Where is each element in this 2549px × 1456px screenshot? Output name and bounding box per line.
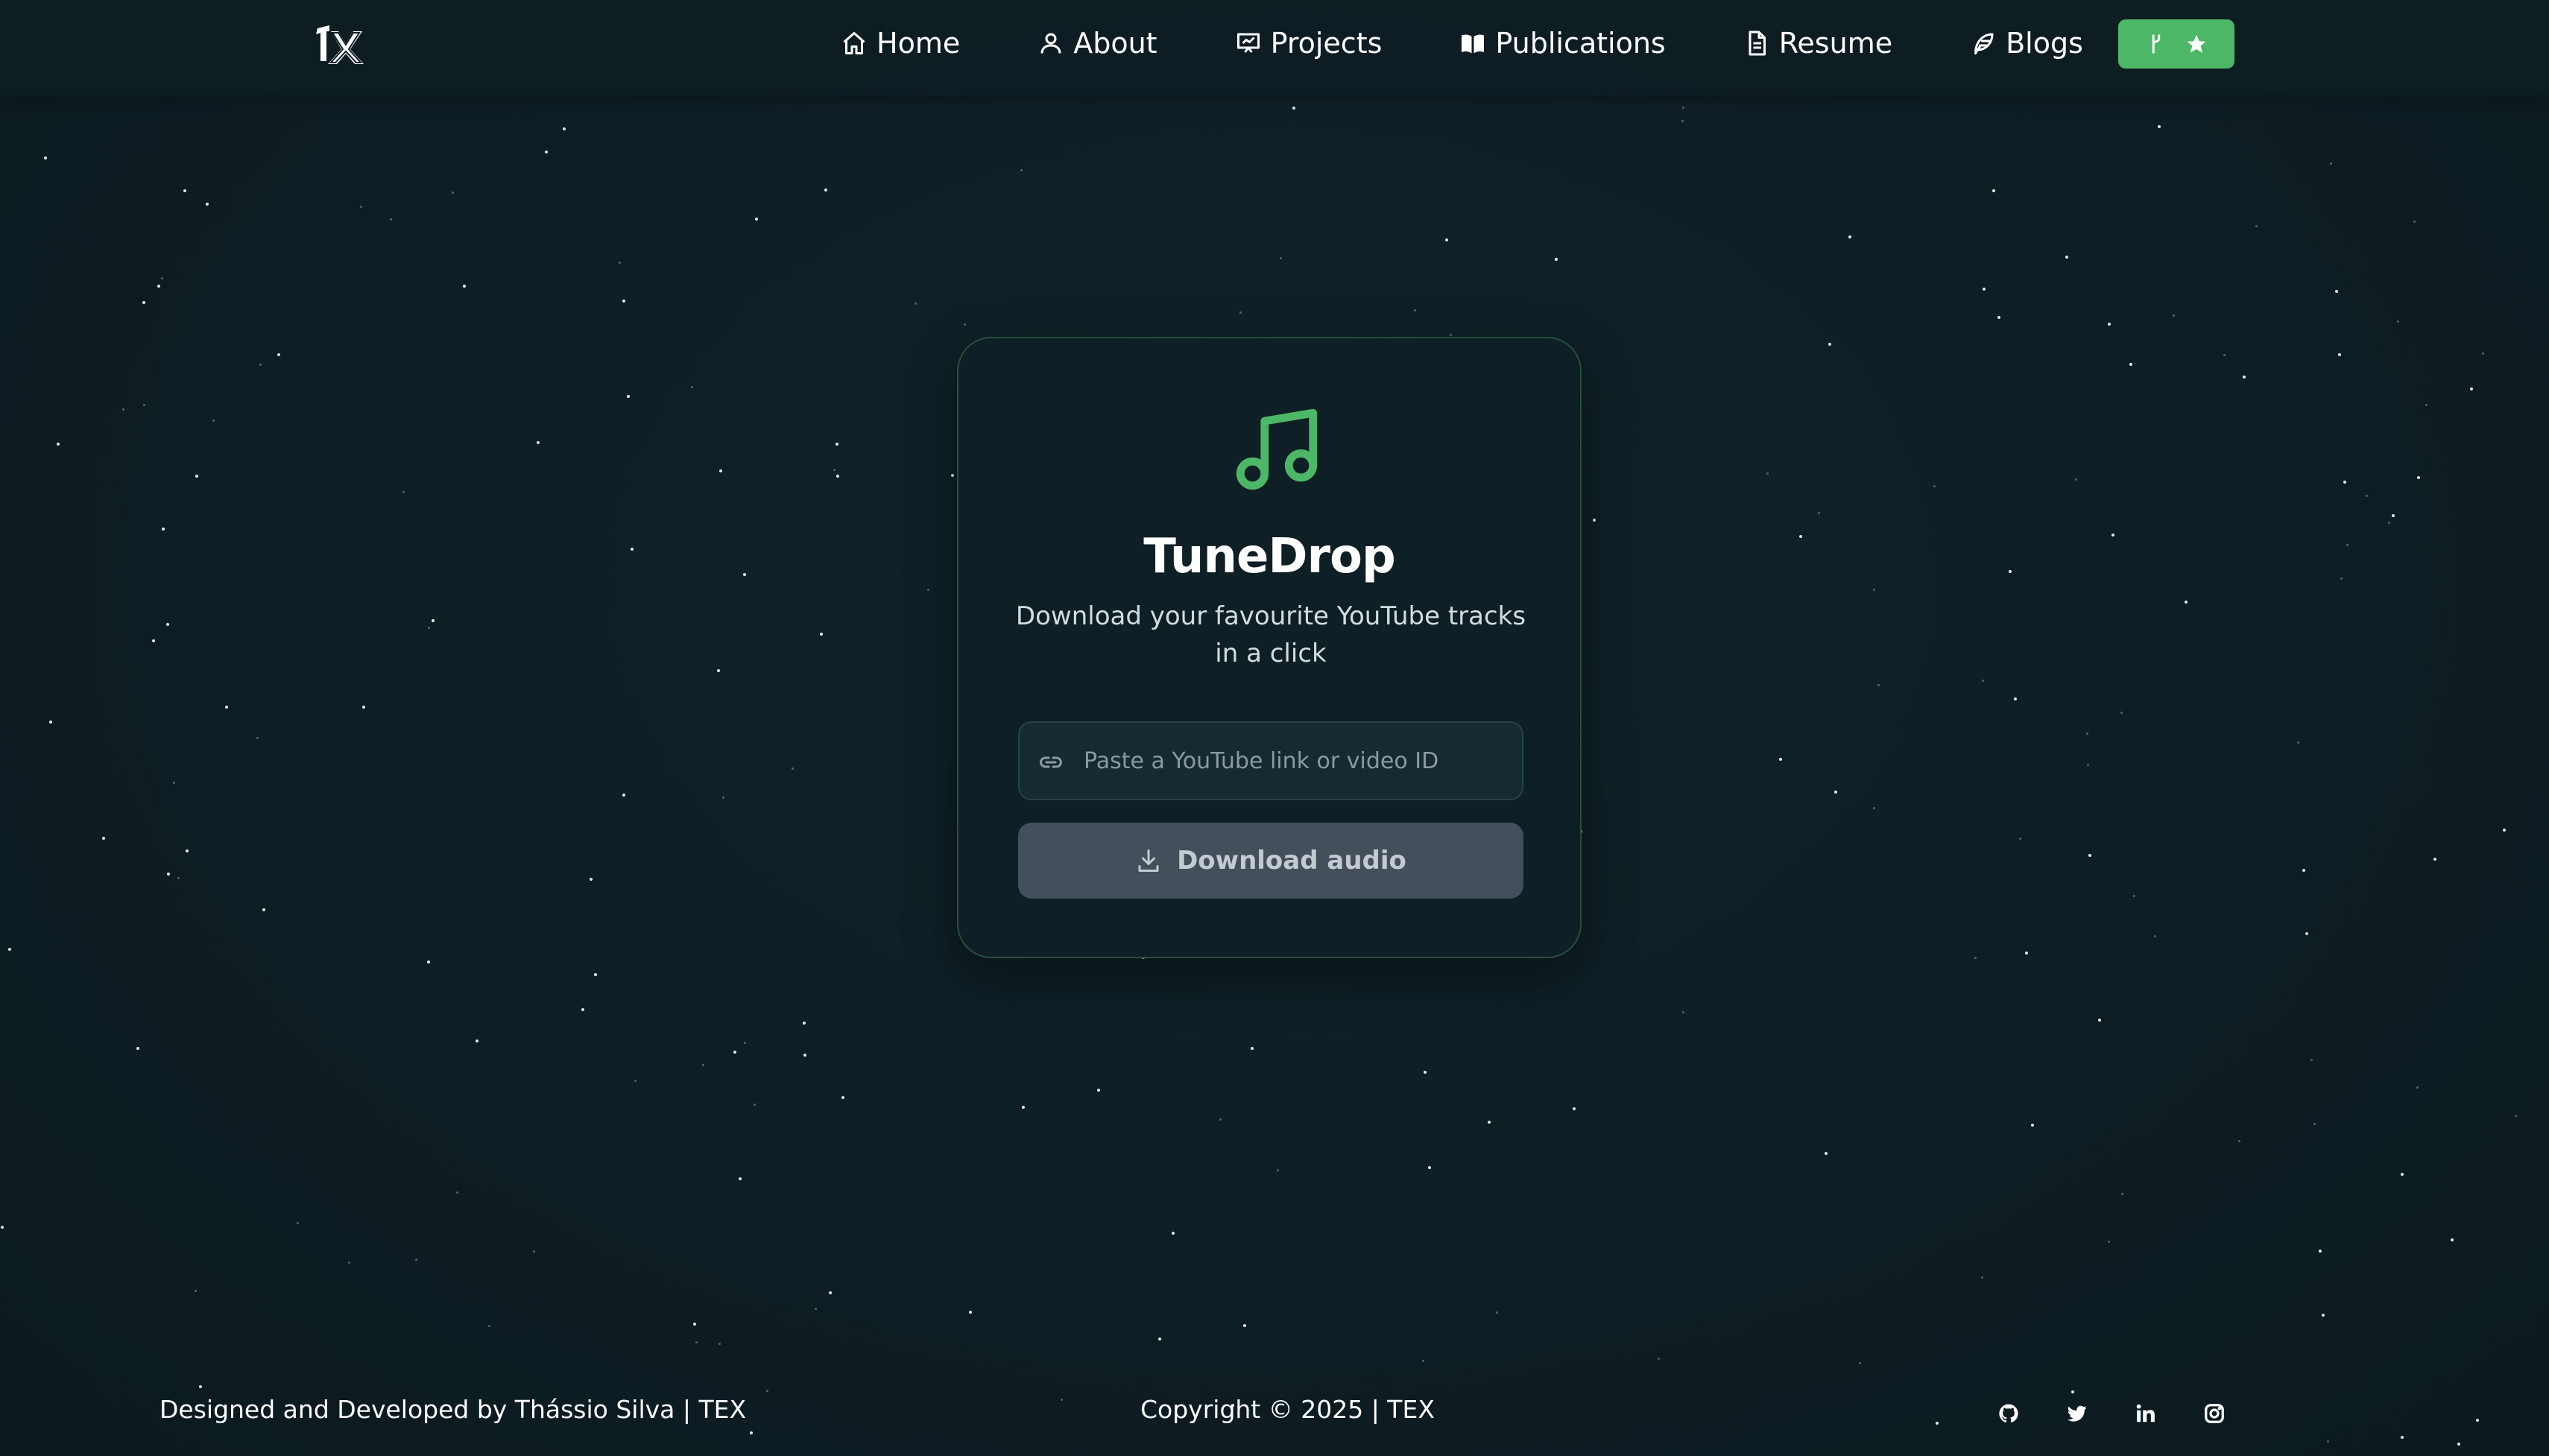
github-star-button[interactable] bbox=[2118, 19, 2234, 69]
presentation-icon bbox=[1236, 33, 1260, 53]
twitter-link[interactable] bbox=[2066, 1402, 2088, 1425]
nav-item-blogs[interactable]: Blogs bbox=[1970, 27, 2083, 60]
nav-item-publications[interactable]: Publications bbox=[1459, 27, 1666, 60]
github-link[interactable] bbox=[1997, 1402, 2020, 1425]
footer-credit: Designed and Developed by Thássio Silva … bbox=[159, 1395, 747, 1424]
git-fork-icon bbox=[2152, 34, 2161, 54]
instagram-icon bbox=[2205, 1404, 2224, 1423]
linkedin-icon bbox=[2136, 1404, 2155, 1422]
tunedrop-card: TuneDrop Download your favourite YouTube… bbox=[957, 337, 1582, 958]
youtube-url-input[interactable] bbox=[1084, 723, 1509, 799]
feather-icon bbox=[1974, 33, 1994, 54]
book-open-icon bbox=[1462, 34, 1485, 54]
document-icon bbox=[1749, 31, 1766, 56]
star-icon bbox=[2187, 34, 2206, 53]
url-input-field bbox=[1018, 721, 1523, 800]
nav-item-label: About bbox=[1073, 27, 1157, 60]
github-icon bbox=[1999, 1404, 2018, 1422]
top-navbar: Home About Projects Publications Resume bbox=[0, 0, 2549, 95]
tx-logo-icon bbox=[316, 25, 364, 64]
nav-item-label: Publications bbox=[1495, 27, 1666, 60]
music-note-icon bbox=[1236, 408, 1318, 490]
nav-item-projects[interactable]: Projects bbox=[1235, 27, 1383, 60]
twitter-icon bbox=[2067, 1405, 2087, 1422]
instagram-link[interactable] bbox=[2203, 1402, 2226, 1425]
nav-item-home[interactable]: Home bbox=[841, 27, 960, 60]
linkedin-link[interactable] bbox=[2135, 1402, 2157, 1425]
nav-links: Home About Projects Publications Resume bbox=[841, 0, 2083, 86]
download-button-label: Download audio bbox=[1177, 846, 1406, 876]
user-icon bbox=[1040, 33, 1061, 54]
nav-item-label: Blogs bbox=[2006, 27, 2083, 60]
link-icon bbox=[1040, 756, 1062, 768]
nav-item-label: Resume bbox=[1778, 27, 1893, 60]
download-audio-button[interactable]: Download audio bbox=[1018, 823, 1523, 899]
nav-item-label: Home bbox=[876, 27, 961, 60]
nav-item-about[interactable]: About bbox=[1037, 27, 1157, 60]
site-logo[interactable] bbox=[313, 21, 370, 69]
home-icon bbox=[843, 32, 865, 54]
nav-item-resume[interactable]: Resume bbox=[1743, 27, 1892, 60]
footer-copyright: Copyright © 2025 | TEX bbox=[1140, 1395, 1435, 1424]
social-links bbox=[1997, 1402, 2226, 1425]
nav-item-label: Projects bbox=[1270, 27, 1383, 60]
app-subtitle: Download your favourite YouTube tracks i… bbox=[1015, 601, 1526, 668]
download-icon bbox=[1138, 849, 1159, 872]
app-title: TuneDrop bbox=[1143, 529, 1396, 584]
